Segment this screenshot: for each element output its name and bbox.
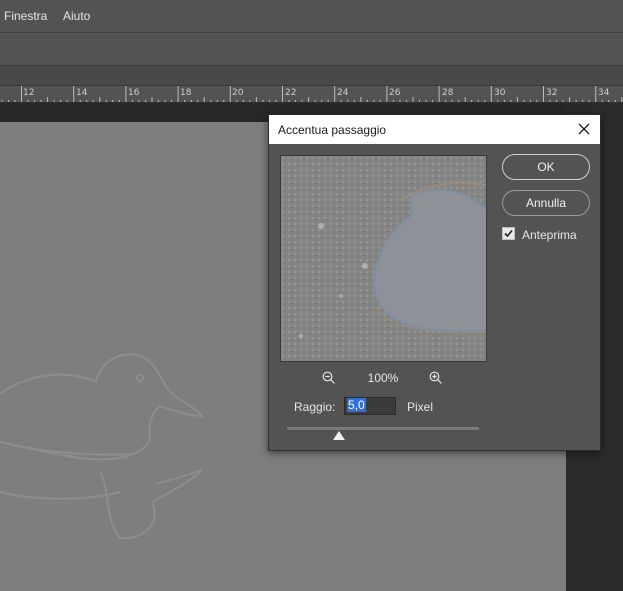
ruler-label: 24: [337, 88, 349, 98]
ruler-label: 30: [494, 88, 506, 98]
radius-label: Raggio:: [294, 400, 336, 414]
preview-checkbox[interactable]: [502, 227, 515, 240]
ruler-label: 14: [76, 88, 88, 98]
zoom-level: 100%: [367, 371, 399, 385]
radius-unit-label: Pixel: [407, 400, 434, 414]
zoom-out-icon[interactable]: [322, 371, 336, 388]
radius-value: 5,0: [347, 398, 366, 412]
document-tab-strip: [0, 66, 623, 86]
dialog-title: Accentua passaggio: [278, 123, 387, 137]
filter-preview[interactable]: [280, 155, 487, 362]
radius-slider-track[interactable]: [287, 427, 479, 430]
close-icon[interactable]: [576, 121, 592, 137]
ruler-label: 18: [180, 88, 192, 98]
ruler-label: 28: [442, 88, 454, 98]
ruler-label: 32: [546, 88, 558, 98]
radius-slider-thumb[interactable]: [332, 431, 345, 440]
dialog-titlebar[interactable]: Accentua passaggio: [269, 115, 600, 144]
ruler-label: 12: [23, 88, 35, 98]
menu-bar: Finestra Aiuto: [0, 0, 623, 32]
zoom-controls: 100%: [280, 369, 487, 387]
ruler-label: 26: [389, 88, 401, 98]
unsharp-dialog: Accentua passaggio 100% Raggio: 5,0 Pixe…: [268, 114, 601, 451]
ruler-label: 22: [285, 88, 297, 98]
ruler-ticks: [1, 86, 623, 102]
radius-input[interactable]: 5,0: [344, 397, 396, 415]
horizontal-ruler[interactable]: 12 14 16 18 20 22 24 26 28 30 32 34: [0, 86, 623, 103]
duck-image: [0, 353, 205, 540]
ok-button[interactable]: OK: [502, 154, 590, 180]
ruler-label: 34: [598, 88, 610, 98]
options-bar: [0, 32, 623, 66]
menu-item-aiuto[interactable]: Aiuto: [63, 9, 90, 23]
cancel-button[interactable]: Annulla: [502, 190, 590, 216]
ruler-label: 20: [232, 88, 244, 98]
ruler-label: 16: [128, 88, 140, 98]
menu-item-finestra[interactable]: Finestra: [4, 9, 47, 23]
zoom-in-icon[interactable]: [429, 371, 443, 388]
checkmark-icon: [504, 229, 513, 238]
preview-image: [281, 156, 486, 361]
preview-checkbox-label[interactable]: Anteprima: [522, 228, 577, 242]
